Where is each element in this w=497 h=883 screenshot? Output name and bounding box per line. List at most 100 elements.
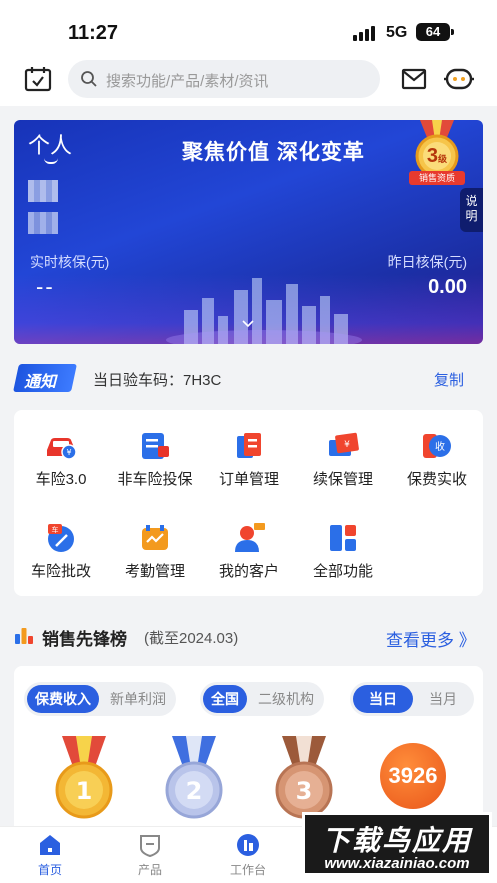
rank-four-value: 3926	[380, 743, 446, 809]
svg-text:收: 收	[435, 440, 445, 453]
non-car-insurance-icon	[142, 433, 169, 459]
medal-rank-3: 3	[296, 777, 313, 805]
chevron-down-icon[interactable]	[242, 320, 254, 328]
search-placeholder: 搜索功能/产品/素材/资讯	[106, 73, 269, 90]
func-all-functions[interactable]: 全部功能	[296, 512, 390, 592]
banner-person-label: 个人	[28, 133, 73, 158]
level-number-value: 3	[426, 145, 439, 167]
seg-month[interactable]: 当月	[414, 685, 472, 713]
notice-text: 当日验车码：7H3C	[93, 372, 222, 389]
ranking-subtitle: (截至2024.03)	[144, 630, 239, 647]
func-car-endorsement[interactable]: 车 车险批改	[14, 512, 108, 592]
func-premium[interactable]: 收 保费实收	[390, 420, 484, 500]
seg-new-profit[interactable]: 新单利润	[102, 685, 174, 713]
notice-tag: 通知	[24, 374, 57, 391]
func-renewal[interactable]: ¥ 续保管理	[296, 420, 390, 500]
func-car-insurance[interactable]: ¥ 车险3.0	[14, 420, 108, 500]
func-label: 保费实收	[406, 471, 467, 488]
medal-rank-1: 1	[76, 777, 93, 805]
scope-toggle: 全国 二级机构	[200, 682, 324, 716]
level-number: 3级	[419, 145, 455, 168]
ranking-card: 保费收入 新单利润 全国 二级机构 当日 当月 1 2 3 3926	[14, 666, 483, 826]
svg-text:¥: ¥	[344, 440, 350, 450]
banner-slogan: 聚焦价值 深化变革	[182, 141, 365, 164]
mail-icon[interactable]	[401, 68, 427, 90]
bar-chart-icon	[15, 628, 33, 644]
network-label: 5G	[386, 24, 408, 41]
tab-home[interactable]: 首页	[10, 831, 90, 881]
performance-banner[interactable]: 个人 聚焦价值 深化变革 3级 销售资质 说明 实时核保(元) 昨日核保(元) …	[14, 120, 483, 344]
car-insurance-icon: ¥	[47, 438, 77, 460]
func-label: 车险批改	[30, 563, 91, 580]
silver-medal-icon: 2	[165, 736, 223, 819]
calendar-check-icon[interactable]	[24, 66, 52, 92]
status-time: 11:27	[68, 22, 119, 44]
tab-label: 工作台	[229, 863, 266, 877]
product-icon	[140, 835, 160, 857]
func-label: 订单管理	[218, 471, 279, 488]
realtime-label: 实时核保(元)	[30, 254, 110, 270]
gold-medal-icon: 1	[55, 736, 113, 819]
watermark-url: www.xiazainiao.com	[324, 855, 470, 872]
seg-national[interactable]: 全国	[203, 685, 247, 713]
workbench-icon	[237, 834, 259, 856]
attendance-icon	[142, 525, 168, 550]
ranking-title: 销售先锋榜	[42, 630, 127, 649]
function-grid: ¥ 车险3.0 非车险投保 订单管理 ¥ 续保管理 收 保费实收 车 车险批改 …	[14, 410, 483, 596]
battery-icon: 64	[416, 23, 450, 41]
car-endorsement-icon: 车	[48, 524, 74, 552]
func-label: 我的客户	[218, 563, 279, 580]
signal-icon	[353, 25, 379, 41]
watermark-title: 下载鸟应用	[321, 825, 472, 856]
metric-toggle: 保费收入 新单利润	[24, 682, 176, 716]
robot-assistant-icon[interactable]	[444, 66, 474, 92]
func-label: 全部功能	[312, 563, 373, 580]
search-input[interactable]: 搜索功能/产品/素材/资讯	[68, 60, 380, 98]
tab-products[interactable]: 产品	[110, 831, 190, 881]
realtime-value: --	[36, 274, 55, 299]
city-skyline-illustration	[166, 278, 362, 344]
home-icon	[40, 835, 60, 855]
func-label: 考勤管理	[124, 563, 185, 580]
level-unit: 级	[438, 154, 448, 164]
seg-premium-income[interactable]: 保费收入	[27, 685, 99, 713]
masked-name	[28, 180, 58, 202]
ranking-header: 销售先锋榜 (截至2024.03) 查看更多 》	[0, 618, 497, 654]
period-toggle: 当日 当月	[350, 682, 474, 716]
view-more-link[interactable]: 查看更多 》	[386, 626, 476, 651]
medal-rank-2: 2	[186, 777, 203, 805]
order-icon	[237, 433, 261, 458]
func-order[interactable]: 订单管理	[202, 420, 296, 500]
bronze-medal-icon: 3	[275, 736, 333, 819]
search-icon	[81, 71, 97, 87]
func-non-car-insurance[interactable]: 非车险投保	[108, 420, 202, 500]
func-label: 车险3.0	[35, 471, 87, 488]
masked-id	[28, 212, 58, 234]
tab-workbench[interactable]: 工作台	[208, 831, 288, 881]
level-caption: 销售资质	[409, 171, 465, 185]
svg-text:¥: ¥	[66, 448, 71, 457]
func-customer[interactable]: 我的客户	[202, 512, 296, 592]
func-attendance[interactable]: 考勤管理	[108, 512, 202, 592]
all-functions-icon	[330, 525, 356, 551]
renewal-icon: ¥	[329, 432, 359, 456]
yesterday-value: 0.00	[428, 276, 467, 298]
func-label: 非车险投保	[117, 471, 193, 488]
status-bar: 11:27 5G 64	[0, 0, 497, 54]
customer-icon	[235, 523, 265, 552]
copy-button[interactable]: 复制	[434, 369, 464, 390]
func-label: 续保管理	[312, 471, 373, 488]
site-watermark: 下载鸟应用 www.xiazainiao.com	[302, 812, 492, 876]
seg-secondary-branch[interactable]: 二级机构	[250, 685, 322, 713]
yesterday-label: 昨日核保(元)	[387, 254, 467, 270]
notice-bar: 通知 当日验车码：7H3C 复制	[0, 358, 497, 398]
smile-icon	[44, 158, 58, 164]
seg-today[interactable]: 当日	[353, 685, 413, 713]
svg-text:车: 车	[52, 525, 59, 534]
tab-label: 首页	[37, 863, 62, 877]
battery-tip	[451, 29, 454, 35]
explain-button[interactable]: 说明	[460, 188, 483, 232]
tab-label: 产品	[137, 863, 162, 877]
top-header: 搜索功能/产品/素材/资讯	[0, 54, 497, 106]
premium-icon: 收	[423, 434, 451, 458]
